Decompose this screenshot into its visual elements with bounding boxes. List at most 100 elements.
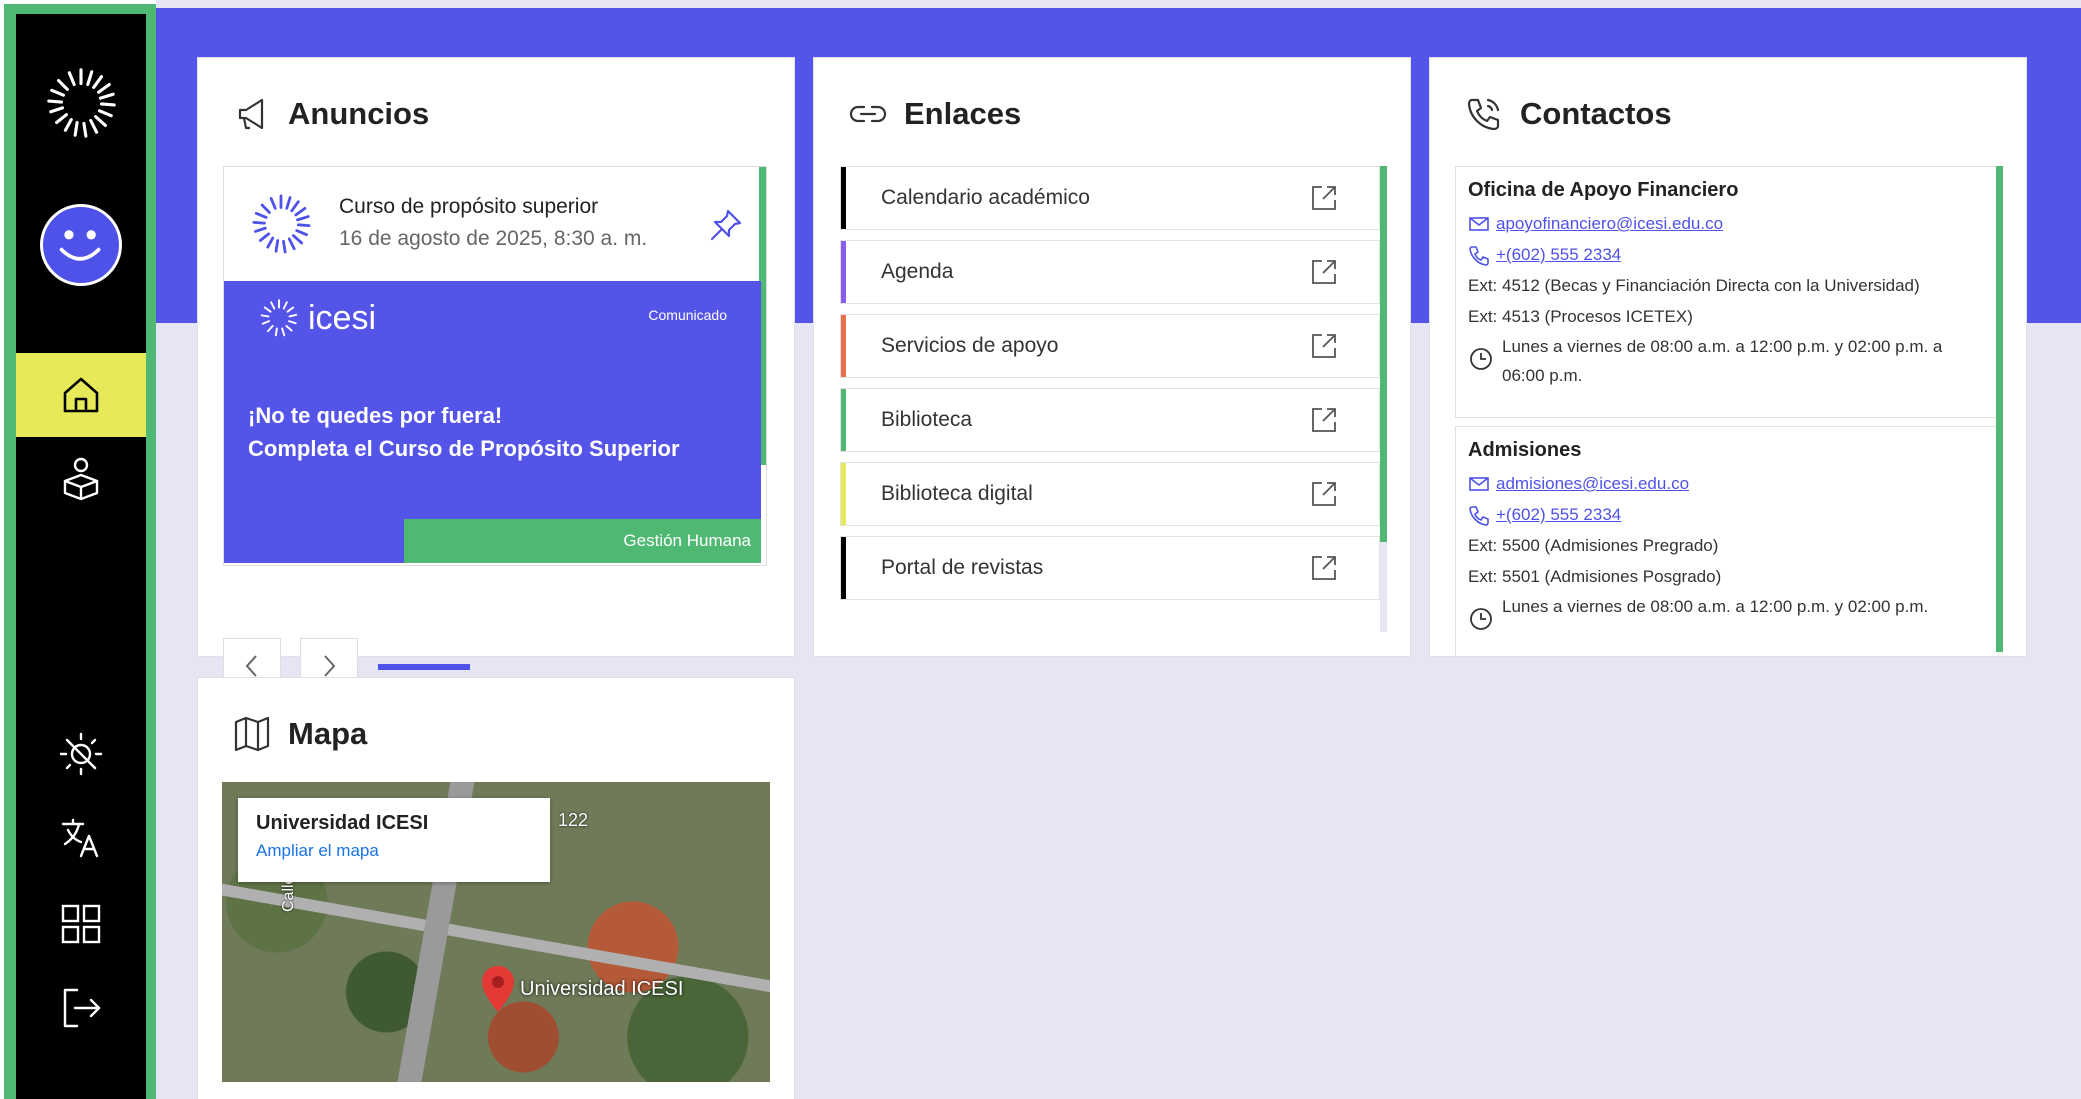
link-color-bar [841,537,846,599]
contact-name: Admisiones [1468,439,1582,461]
contact-email[interactable]: admisiones@icesi.edu.co [1468,468,1986,499]
announcement-message-line: ¡No te quedes por fuera! [248,403,503,428]
sidebar [16,14,146,1099]
link-item[interactable]: Servicios de apoyo [840,314,1380,378]
translate-icon [61,818,99,858]
brand-name: icesi [308,298,377,337]
scrollbar-thumb[interactable] [1380,166,1387,542]
link-color-bar [841,315,846,377]
announcement-item[interactable]: Curso de propósito superior 16 de agosto… [223,166,767,566]
contact-entry: Admisiones admisiones@icesi.edu.co +(602… [1455,426,1999,656]
map-header: Mapa [232,714,367,754]
clock-icon [1470,348,1492,370]
map-marker-label: Universidad ICESI [520,978,684,1000]
map-marker-icon[interactable] [480,964,516,1014]
map-place-name: Universidad ICESI [256,812,429,834]
link-color-bar [841,241,846,303]
links-card: Enlaces Calendario académico Agenda Servic… [813,57,1411,657]
link-item[interactable]: Biblioteca digital [840,462,1380,526]
link-item[interactable]: Biblioteca [840,388,1380,452]
contact-email-text: admisiones@icesi.edu.co [1496,474,1690,493]
phone-icon [1469,505,1489,526]
chevron-left-icon [245,655,257,677]
link-item[interactable]: Calendario académico [840,166,1380,230]
external-link-icon[interactable] [1309,331,1339,361]
phone-call-icon [1467,98,1500,131]
learning-icon [63,457,99,501]
user-avatar[interactable] [40,204,122,286]
link-label: Agenda [881,260,954,283]
phone-icon [1469,245,1489,266]
announcement-footer: Gestión Humana [404,519,761,563]
link-label: Biblioteca digital [881,482,1033,505]
contacts-header: Contactos [1464,94,1672,134]
contact-phone[interactable]: +(602) 555 2334 [1468,239,1986,270]
nav-item-theme[interactable] [16,712,146,796]
logout-icon [63,988,101,1028]
icesi-brand: icesi [258,297,376,339]
pin-icon[interactable] [708,207,744,243]
contact-extension: Ext: 5500 (Admisiones Pregrado) [1468,536,1719,555]
contact-hours-text: Lunes a viernes de 08:00 a.m. a 12:00 p.… [1502,597,1929,616]
university-logo-icon[interactable] [42,64,120,142]
external-link-icon[interactable] [1309,479,1339,509]
carousel-indicator[interactable] [578,664,670,670]
clock-icon [1470,608,1492,630]
announcement-header: Curso de propósito superior 16 de agosto… [224,167,761,281]
university-logo-icon [252,194,311,254]
link-color-bar [841,389,846,451]
contact-extension: Ext: 4512 (Becas y Financiación Directa … [1468,276,1920,295]
scrollbar-thumb[interactable] [1996,166,2003,652]
contact-extension: Ext: 4513 (Procesos ICETEX) [1468,307,1693,326]
map-icon [234,716,270,752]
contact-email[interactable]: apoyofinanciero@icesi.edu.co [1468,208,1986,239]
announcements-header: Anuncios [232,94,429,134]
external-link-icon[interactable] [1309,257,1339,287]
contact-email-text: apoyofinanciero@icesi.edu.co [1496,214,1724,233]
links-header: Enlaces [848,94,1021,134]
announcements-card: Anuncios Curso de propósito superior 16 … [197,57,795,694]
announcements-title: Anuncios [288,96,430,131]
megaphone-icon [238,98,264,130]
link-item[interactable]: Portal de revistas [840,536,1380,600]
external-link-icon[interactable] [1309,553,1339,583]
nav-item-home[interactable] [16,353,146,437]
map-title: Mapa [288,716,368,751]
contacts-title: Contactos [1520,96,1672,131]
theme-toggle-icon [59,732,103,776]
contact-name: Oficina de Apoyo Financiero [1468,179,1739,201]
apps-grid-icon [61,904,101,944]
announcement-tag: Comunicado [648,307,727,323]
carousel-indicator[interactable] [478,664,570,670]
nav-item-learning[interactable] [16,437,146,521]
links-title: Enlaces [904,96,1022,131]
map-expand-link[interactable]: Ampliar el mapa [256,841,532,861]
carousel-indicator[interactable] [678,664,770,670]
external-link-icon[interactable] [1309,405,1339,435]
contact-phone[interactable]: +(602) 555 2334 [1468,499,1986,530]
announcement-date: 16 de agosto de 2025, 8:30 a. m. [339,227,648,250]
contacts-card: Contactos Oficina de Apoyo Financiero ap… [1429,57,2027,657]
mail-icon [1469,216,1489,231]
map-road-number: 122 [558,810,589,830]
scrollbar-track[interactable] [1380,542,1387,632]
contact-hours: Lunes a viernes de 08:00 a.m. a 12:00 p.… [1468,332,1986,390]
external-link-icon[interactable] [1309,183,1339,213]
nav-item-language[interactable] [16,796,146,880]
map-info-box: Universidad ICESI Ampliar el mapa [238,798,550,882]
contact-hours: Lunes a viernes de 08:00 a.m. a 12:00 p.… [1468,592,1986,632]
link-label: Biblioteca [881,408,973,431]
announcement-image[interactable]: icesi Comunicado ¡No te quedes por fuera… [224,281,761,563]
nav-item-logout[interactable] [16,966,146,1050]
contact-entry: Oficina de Apoyo Financiero apoyofinanci… [1455,166,1999,418]
map-view[interactable]: Calle 18 122 Universidad ICESI Ampliar e… [222,782,770,1082]
map-card: Mapa Calle 18 122 Universidad ICESI Ampl… [197,677,795,1099]
link-color-bar [841,167,846,229]
link-item[interactable]: Agenda [840,240,1380,304]
contact-extension: Ext: 5501 (Admisiones Posgrado) [1468,567,1722,586]
university-logo-icon [260,299,298,337]
link-color-bar [841,463,846,525]
carousel-indicator[interactable] [378,664,470,670]
announcement-message-line: Completa el Curso de Propósito Superior [248,436,680,461]
nav-item-apps[interactable] [16,882,146,966]
